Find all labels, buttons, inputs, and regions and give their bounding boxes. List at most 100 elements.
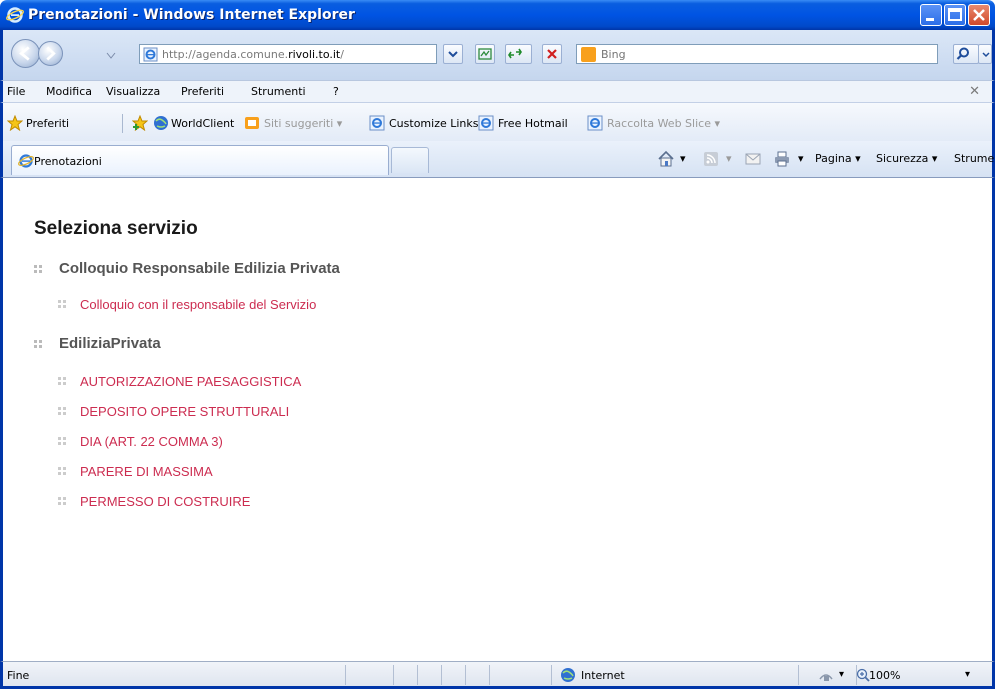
- url-text[interactable]: http://agenda.comune.rivoli.to.it/: [162, 48, 344, 61]
- strumenti-menu[interactable]: Strumenti ▾: [954, 152, 995, 165]
- add-favorites-icon[interactable]: [132, 115, 148, 131]
- zoom-level[interactable]: 100%: [869, 669, 900, 682]
- fav-worldclient[interactable]: WorldClient: [171, 117, 234, 130]
- zoom-icon[interactable]: [856, 668, 870, 682]
- address-dropdown-button[interactable]: [443, 44, 463, 64]
- bullet-icon: [58, 437, 66, 445]
- menu-visualizza[interactable]: Visualizza: [106, 85, 160, 98]
- protected-mode-icon[interactable]: [818, 669, 834, 683]
- status-divider: [441, 665, 442, 685]
- back-arrow-icon: [19, 46, 30, 61]
- security-zone-text: Internet: [581, 669, 625, 682]
- minimize-icon: [926, 18, 934, 21]
- search-options-button[interactable]: [978, 44, 992, 64]
- status-text: Fine: [7, 669, 30, 682]
- mail-icon[interactable]: [744, 150, 762, 168]
- feeds-dropdown-icon[interactable]: ▾: [726, 152, 732, 165]
- status-divider: [393, 665, 394, 685]
- bullet-icon: [58, 467, 66, 475]
- favorites-button[interactable]: Preferiti: [26, 117, 69, 130]
- compatibility-view-icon: [478, 48, 492, 60]
- internet-zone-icon: [561, 668, 575, 682]
- menu-bar: File Modifica Visualizza Preferiti Strum…: [0, 80, 995, 102]
- status-divider: [489, 665, 490, 685]
- stop-icon: [547, 49, 557, 59]
- ie-logo-icon: [6, 7, 24, 23]
- title-bar[interactable]: Prenotazioni - Windows Internet Explorer: [0, 0, 995, 30]
- window-title: Prenotazioni - Windows Internet Explorer: [28, 7, 355, 23]
- home-icon[interactable]: [657, 150, 675, 168]
- favorites-bar: Preferiti WorldClient Siti suggeriti ▾ C…: [0, 102, 995, 141]
- search-button[interactable]: [953, 44, 979, 64]
- bullet-icon: [58, 377, 66, 385]
- bing-logo-icon: [581, 47, 596, 62]
- service-link[interactable]: AUTORIZZAZIONE PAESAGGISTICA: [80, 374, 301, 389]
- recent-pages-dropdown-icon[interactable]: [106, 52, 116, 60]
- favorites-separator: [122, 114, 123, 133]
- globe-icon: [154, 116, 168, 130]
- menu-strumenti[interactable]: Strumenti: [251, 85, 306, 98]
- fav-raccolta-web-slice[interactable]: Raccolta Web Slice ▾: [607, 117, 720, 130]
- fav-free-hotmail[interactable]: Free Hotmail: [498, 117, 568, 130]
- back-button[interactable]: [11, 39, 40, 68]
- bullet-icon: [34, 265, 42, 273]
- search-box[interactable]: [576, 44, 938, 64]
- bullet-icon: [58, 407, 66, 415]
- new-tab-button[interactable]: [391, 147, 429, 173]
- chevron-down-icon: [982, 52, 990, 58]
- forward-button[interactable]: [38, 41, 63, 66]
- suggested-sites-icon: [245, 117, 259, 129]
- service-link[interactable]: DIA (ART. 22 COMMA 3): [80, 434, 223, 449]
- print-icon[interactable]: [773, 150, 791, 168]
- tab-prenotazioni[interactable]: Prenotazioni: [11, 145, 389, 175]
- service-link[interactable]: PERMESSO DI COSTRUIRE: [80, 494, 250, 509]
- tab-command-bar: Prenotazioni ▾ ▾ ▾ Pagina ▾ Sicurezza ▾ …: [0, 141, 995, 177]
- status-divider: [798, 665, 799, 685]
- search-icon: [956, 47, 969, 60]
- pagina-menu[interactable]: Pagina ▾: [815, 152, 861, 165]
- home-dropdown-icon[interactable]: ▾: [680, 152, 686, 165]
- status-bar: Fine Internet ▾ 100% ▾: [0, 661, 995, 689]
- service-link[interactable]: Colloquio con il responsabile del Serviz…: [80, 297, 316, 312]
- ie-page-icon: [143, 47, 158, 62]
- menu-help[interactable]: ?: [333, 85, 339, 98]
- web-slice-icon: [587, 115, 603, 131]
- sicurezza-menu[interactable]: Sicurezza ▾: [876, 152, 937, 165]
- fav-customize-links[interactable]: Customize Links: [389, 117, 479, 130]
- print-dropdown-icon[interactable]: ▾: [798, 152, 804, 165]
- service-link[interactable]: PARERE DI MASSIMA: [80, 464, 213, 479]
- address-toolbar: http://agenda.comune.rivoli.to.it/: [0, 30, 995, 80]
- service-link[interactable]: DEPOSITO OPERE STRUTTURALI: [80, 404, 289, 419]
- ie-page-icon: [18, 154, 34, 168]
- bullet-icon: [58, 300, 66, 308]
- feeds-icon[interactable]: [702, 150, 720, 168]
- tab-label: Prenotazioni: [34, 155, 102, 168]
- group-title: Colloquio Responsabile Edilizia Privata: [59, 260, 340, 277]
- status-divider: [465, 665, 466, 685]
- menu-close-icon[interactable]: ✕: [969, 84, 980, 99]
- zoom-dropdown-icon[interactable]: ▾: [965, 669, 970, 680]
- fav-siti-suggeriti[interactable]: Siti suggeriti ▾: [264, 117, 342, 130]
- close-window-button[interactable]: [968, 4, 990, 26]
- status-divider: [551, 665, 552, 685]
- maximize-button[interactable]: [944, 4, 966, 26]
- menu-file[interactable]: File: [7, 85, 25, 98]
- group-title: EdiliziaPrivata: [59, 335, 161, 352]
- protected-mode-dropdown-icon[interactable]: ▾: [839, 669, 844, 680]
- chevron-down-icon: [448, 51, 458, 58]
- page-title: Seleziona servizio: [34, 218, 198, 239]
- stop-button[interactable]: [542, 44, 562, 64]
- compatibility-view-button[interactable]: [475, 44, 495, 64]
- menu-modifica[interactable]: Modifica: [46, 85, 92, 98]
- bullet-icon: [34, 340, 42, 348]
- menu-preferiti[interactable]: Preferiti: [181, 85, 224, 98]
- page-content: Seleziona servizio Colloquio Responsabil…: [0, 177, 995, 661]
- favorites-star-icon: [7, 115, 23, 131]
- search-input[interactable]: [601, 46, 901, 62]
- close-icon: [973, 9, 985, 21]
- address-field[interactable]: http://agenda.comune.rivoli.to.it/: [139, 44, 437, 64]
- minimize-button[interactable]: [920, 4, 942, 26]
- status-divider: [345, 665, 346, 685]
- refresh-button[interactable]: [505, 44, 532, 64]
- maximize-icon: [948, 8, 962, 21]
